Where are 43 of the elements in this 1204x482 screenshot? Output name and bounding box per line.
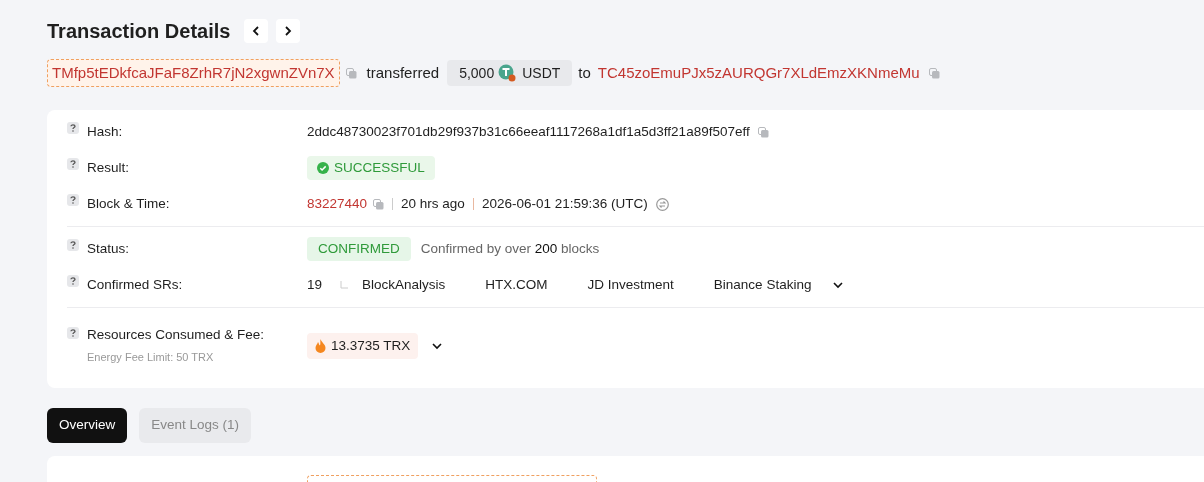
flame-icon (315, 339, 326, 353)
token-symbol-text: USDT (522, 63, 561, 83)
corner-icon (340, 281, 349, 289)
field-label: Hash: (87, 122, 123, 141)
previous-button[interactable] (244, 19, 269, 43)
transfer-text: to (578, 62, 591, 83)
next-button[interactable] (276, 19, 301, 43)
field-label: Resources Consumed & Fee: (87, 325, 265, 344)
hash-value: 2ddc48730023f701db29f937b31c66eeaf1117268a1df1a5d3ff21a89f507eff (307, 122, 750, 141)
help-icon[interactable] (67, 121, 79, 134)
timestamp-text: 2026-06-01 21:59:36 (UTC) (481, 194, 648, 213)
block-number-link[interactable]: 83227440 (307, 193, 368, 215)
sr-name-link[interactable]: JD Investment (587, 274, 674, 296)
field-label: Confirmed SRs: (87, 275, 183, 294)
relative-time-text: 20 hrs ago (401, 194, 465, 213)
help-icon[interactable] (67, 238, 79, 251)
chevron-down-icon[interactable] (432, 342, 443, 350)
help-icon[interactable] (67, 157, 79, 170)
sr-name-link[interactable]: HTX.COM (485, 274, 548, 296)
confirmation-text: Confirmed by over 200 blocks (420, 239, 600, 258)
sr-name-link[interactable]: Binance Staking (713, 274, 812, 296)
field-label: Block & Time: (87, 194, 170, 213)
swap-icon[interactable] (655, 197, 669, 211)
fee-text: 13.3735 TRX (331, 336, 411, 355)
field-sublabel: Energy Fee Limit: 50 TRX (87, 349, 215, 365)
sr-name-link[interactable]: BlockAnalysis (362, 274, 446, 296)
tab[interactable]: Overview (47, 408, 128, 443)
check-circle-icon (317, 162, 329, 174)
help-icon[interactable] (67, 193, 79, 206)
field-label: Status: (87, 239, 130, 258)
field-label: Result: (87, 158, 130, 177)
sender-address-link[interactable]: TMfp5tEDkfcaJFaF8ZrhR7jN2xgwnZVn7X (47, 58, 340, 88)
transfer-text: transferred (366, 62, 440, 83)
help-icon[interactable] (67, 326, 79, 339)
confirmed-badge: CONFIRMED (307, 237, 411, 261)
result-text: SUCCESSFUL (334, 158, 425, 177)
chevron-down-icon[interactable] (833, 281, 844, 289)
sr-count-text: 19 (307, 275, 323, 294)
token-icon (498, 64, 517, 82)
help-icon[interactable] (67, 274, 79, 287)
amount-text: 5,000 (459, 63, 495, 83)
page-title: Transaction Details (47, 19, 231, 44)
receiver-address-link[interactable]: TC45zoEmuPJx5zAURQGr7XLdEmzXKNmeMu (597, 61, 920, 85)
